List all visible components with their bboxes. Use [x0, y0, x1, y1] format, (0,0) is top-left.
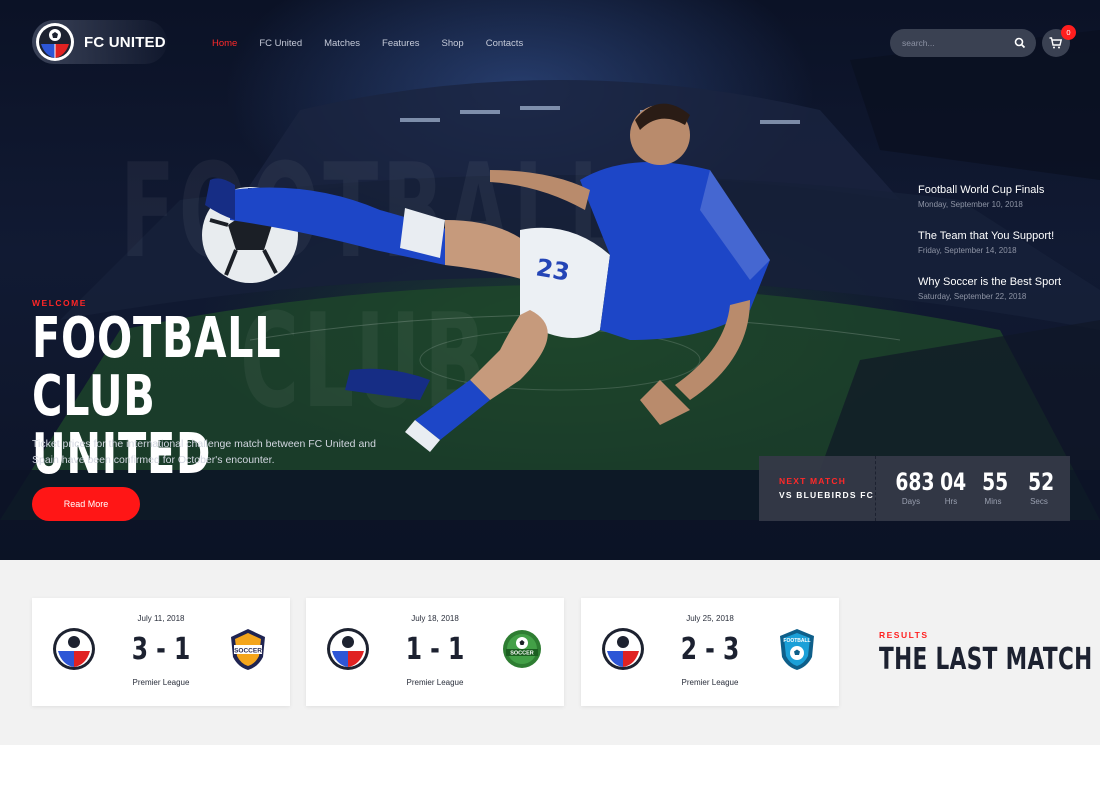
countdown-divider — [875, 456, 876, 521]
news-item[interactable]: The Team that You Support! Friday, Septe… — [918, 230, 1088, 255]
read-more-button[interactable]: Read More — [32, 487, 140, 521]
news-title[interactable]: Football World Cup Finals — [918, 184, 1088, 196]
match-result-card[interactable]: July 18, 2018 1 - 1 SOCCER Premier Leagu… — [306, 598, 564, 706]
match-date: July 25, 2018 — [686, 614, 734, 623]
match-date: July 18, 2018 — [411, 614, 459, 623]
next-match-countdown: NEXT MATCH VS BLUEBIRDS FC 683 Days 04 H… — [759, 456, 1070, 521]
countdown-secs-label: Secs — [1030, 497, 1048, 506]
countdown-days: 683 Days — [891, 468, 935, 506]
hero-title-line-1: FOOTBALL CLUB — [32, 306, 282, 429]
match-league: Premier League — [406, 678, 464, 687]
cart-count-badge: 0 — [1061, 25, 1076, 40]
match-date: July 11, 2018 — [137, 614, 185, 623]
news-date: Friday, September 14, 2018 — [918, 246, 1017, 255]
nav-item-fc-united[interactable]: FC United — [259, 38, 302, 49]
nav-item-features[interactable]: Features — [382, 38, 420, 49]
countdown-days-value: 683 — [895, 468, 935, 496]
away-badge-text: SOCCER — [510, 651, 534, 657]
match-result-card[interactable]: July 25, 2018 2 - 3 FOOTBALL Premier Lea… — [581, 598, 839, 706]
results-title: THE LAST MATCH — [879, 642, 1093, 677]
away-team-badge-icon: FOOTBALL — [780, 629, 814, 670]
countdown-secs: 52 Secs — [1025, 468, 1055, 506]
countdown-secs-value: 52 — [1028, 468, 1055, 496]
next-match-label: NEXT MATCH — [779, 476, 847, 486]
countdown-days-label: Days — [901, 497, 921, 506]
cart-icon — [1049, 37, 1062, 49]
news-item[interactable]: Football World Cup Finals Monday, Septem… — [918, 184, 1088, 209]
search-input[interactable] — [902, 36, 1012, 50]
nav-item-shop[interactable]: Shop — [442, 38, 464, 49]
hero-description: Ticket prices for the international chal… — [32, 438, 376, 466]
results-eyebrow: RESULTS — [879, 630, 929, 640]
away-team-badge-icon: SOCCER — [231, 629, 265, 670]
news-item[interactable]: Why Soccer is the Best Sport Saturday, S… — [918, 276, 1088, 301]
countdown-hours-value: 04 — [940, 468, 967, 496]
countdown-mins: 55 Mins — [979, 468, 1009, 506]
news-date: Monday, September 10, 2018 — [918, 200, 1023, 209]
countdown-hours-label: Hrs — [944, 497, 958, 506]
club-logo-icon[interactable] — [35, 22, 75, 62]
away-team-badge-icon: SOCCER — [503, 630, 541, 668]
countdown-hours: 04 Hrs — [937, 468, 967, 506]
match-league: Premier League — [132, 678, 190, 687]
match-result-card[interactable]: July 11, 2018 3 - 1 SOCCER Premier Leagu… — [32, 598, 290, 706]
main-nav: Home FC United Matches Features Shop Con… — [212, 38, 545, 49]
news-list: Football World Cup Finals Monday, Septem… — [918, 184, 1088, 322]
nav-item-home[interactable]: Home — [212, 38, 237, 49]
nav-item-contacts[interactable]: Contacts — [486, 38, 524, 49]
brand-name[interactable]: FC UNITED — [84, 34, 166, 51]
next-match-opponent: VS BLUEBIRDS FC — [779, 490, 874, 500]
news-title[interactable]: The Team that You Support! — [918, 230, 1088, 242]
countdown-mins-value: 55 — [982, 468, 1009, 496]
hero-section: FOOTBALL CLUB 23 — [0, 0, 1100, 560]
away-badge-text: FOOTBALL — [783, 638, 810, 644]
news-date: Saturday, September 22, 2018 — [918, 292, 1027, 301]
match-league: Premier League — [681, 678, 739, 687]
countdown-mins-label: Mins — [984, 497, 1002, 506]
player-number: 23 — [534, 253, 572, 286]
news-title[interactable]: Why Soccer is the Best Sport — [918, 276, 1088, 288]
away-badge-text: SOCCER — [234, 648, 262, 655]
nav-item-matches[interactable]: Matches — [324, 38, 360, 49]
search-icon[interactable] — [1014, 37, 1026, 49]
search-box — [890, 29, 1036, 57]
